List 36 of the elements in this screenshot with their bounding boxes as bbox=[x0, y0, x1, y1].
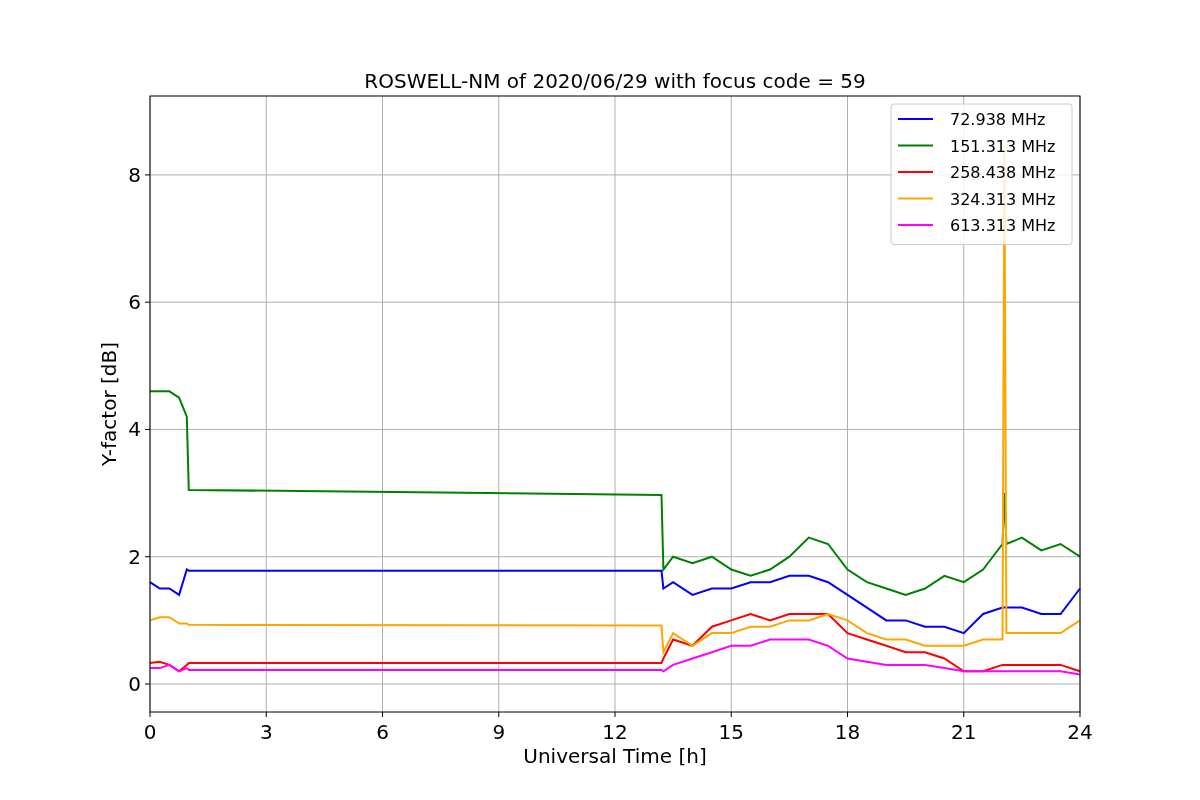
x-tick-label: 0 bbox=[143, 720, 157, 744]
tick-mark bbox=[847, 711, 848, 718]
tick-mark bbox=[730, 711, 732, 718]
x-tick-label: 15 bbox=[718, 720, 744, 744]
x-tick-label: 18 bbox=[834, 720, 861, 744]
x-tick-label: 3 bbox=[259, 720, 273, 744]
x-tick-label: 6 bbox=[376, 720, 389, 744]
legend-label: 151.313 MHz bbox=[950, 136, 1056, 156]
chart-title: ROSWELL-NM of 2020/06/29 with focus code = 59 bbox=[364, 69, 866, 93]
x-axis-label: Universal Time [h] bbox=[523, 744, 707, 768]
tick-mark bbox=[144, 428, 151, 430]
legend-label: 613.313 MHz bbox=[950, 216, 1056, 235]
tick-mark bbox=[144, 683, 151, 685]
tick-mark bbox=[144, 556, 151, 558]
tick-mark bbox=[144, 174, 151, 176]
y-tick-label: 8 bbox=[128, 162, 141, 187]
x-tick-label: 12 bbox=[602, 720, 628, 744]
y-tick-label: 2 bbox=[128, 544, 141, 569]
legend-label: 72.938 MHz bbox=[950, 110, 1046, 129]
tick-mark bbox=[144, 301, 151, 303]
tick-mark bbox=[614, 711, 616, 718]
y-tick-label: 4 bbox=[128, 417, 141, 442]
legend-label: 324.313 MHz bbox=[950, 189, 1056, 209]
y-tick-label: 0 bbox=[128, 672, 141, 696]
tick-mark bbox=[265, 711, 267, 718]
tick-mark bbox=[963, 711, 965, 718]
legend-label: 258.438 MHz bbox=[950, 163, 1056, 182]
tick-mark bbox=[149, 711, 151, 718]
x-tick-label: 9 bbox=[492, 720, 506, 744]
tick-mark bbox=[1079, 711, 1081, 718]
x-tick-label: 21 bbox=[951, 720, 977, 744]
x-tick-label: 24 bbox=[1067, 720, 1093, 744]
tick-mark bbox=[382, 711, 383, 718]
y-tick-label: 6 bbox=[128, 290, 141, 315]
y-axis-label: Y-factor [dB] bbox=[97, 342, 121, 466]
tick-mark bbox=[498, 711, 500, 718]
